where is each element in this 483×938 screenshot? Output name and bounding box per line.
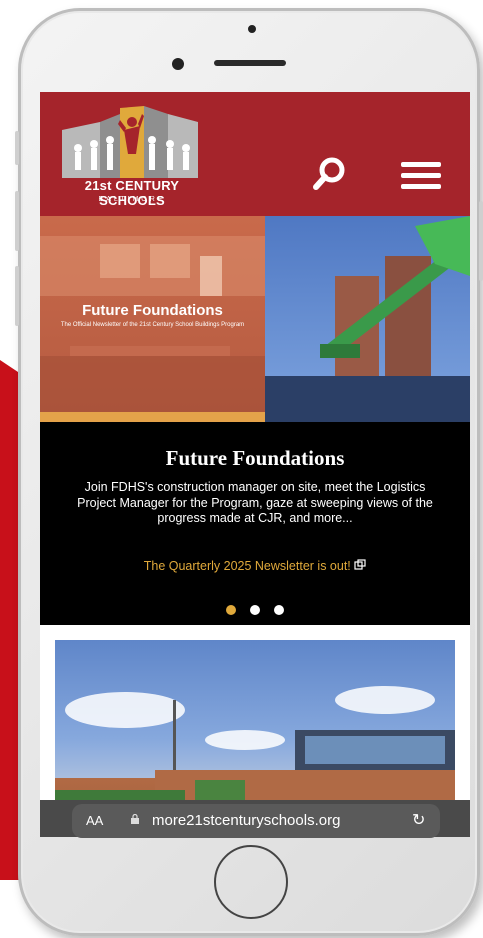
logo-title: 21st CENTURY SCHOOLS [84, 178, 180, 208]
search-icon[interactable] [310, 154, 350, 194]
phone-mute-switch [15, 131, 19, 165]
newsletter-link[interactable]: The Quarterly 2025 Newsletter is out! [40, 559, 470, 573]
home-button[interactable] [214, 845, 288, 919]
construction-photo [265, 216, 470, 422]
hero-image[interactable]: Future Foundations The Official Newslett… [40, 216, 470, 422]
classroom-graphic [40, 236, 265, 412]
carousel-dot-3[interactable] [274, 605, 285, 615]
logo-building-graphic [62, 106, 198, 178]
site-logo[interactable]: 21st CENTURY SCHOOLS BALTIMORE [60, 104, 220, 214]
phone-volume-down [15, 266, 19, 326]
newsletter-link-text[interactable]: The Quarterly 2025 Newsletter is out! [144, 559, 351, 573]
cover-title: Future Foundations [82, 302, 223, 319]
carousel-dot-2[interactable] [250, 605, 260, 615]
reader-aa-button[interactable]: AA [86, 813, 103, 828]
url-text[interactable]: more21stcenturyschools.org [152, 812, 340, 829]
reload-icon[interactable]: ↻ [412, 810, 425, 830]
hamburger-menu-icon[interactable] [401, 162, 441, 190]
external-link-icon [354, 559, 366, 570]
newsletter-cover-image: Future Foundations The Official Newslett… [40, 216, 265, 422]
menu-bar [401, 173, 441, 178]
slide-caption: Future Foundations Join FDHS's construct… [40, 422, 470, 625]
phone-screen: 21st CENTURY SCHOOLS BALTIMORE Future Fo… [40, 92, 470, 837]
phone-camera [172, 58, 184, 70]
browser-bottom-bar: AA more21stcenturyschools.org ↻ [40, 800, 470, 838]
slide-description: Join FDHS's construction manager on site… [77, 480, 433, 525]
phone-volume-up [15, 191, 19, 251]
carousel-dots [40, 602, 470, 620]
slide-title: Future Foundations [165, 446, 345, 470]
address-bar[interactable]: AA more21stcenturyschools.org ↻ [72, 804, 440, 838]
logo-subtitle: BALTIMORE [98, 196, 166, 203]
menu-bar [401, 162, 441, 167]
cover-subtitle: The Official Newsletter of the 21st Cent… [60, 322, 245, 328]
phone-speaker [214, 60, 286, 66]
lock-icon [131, 814, 139, 824]
carousel-dot-1[interactable] [225, 605, 236, 615]
phone-sensor [248, 25, 256, 33]
cover-footer-strip [40, 412, 265, 422]
site-header: 21st CENTURY SCHOOLS BALTIMORE [40, 92, 470, 216]
menu-bar [401, 184, 441, 189]
phone-power-button [479, 201, 483, 281]
construction-graphic [265, 216, 470, 422]
